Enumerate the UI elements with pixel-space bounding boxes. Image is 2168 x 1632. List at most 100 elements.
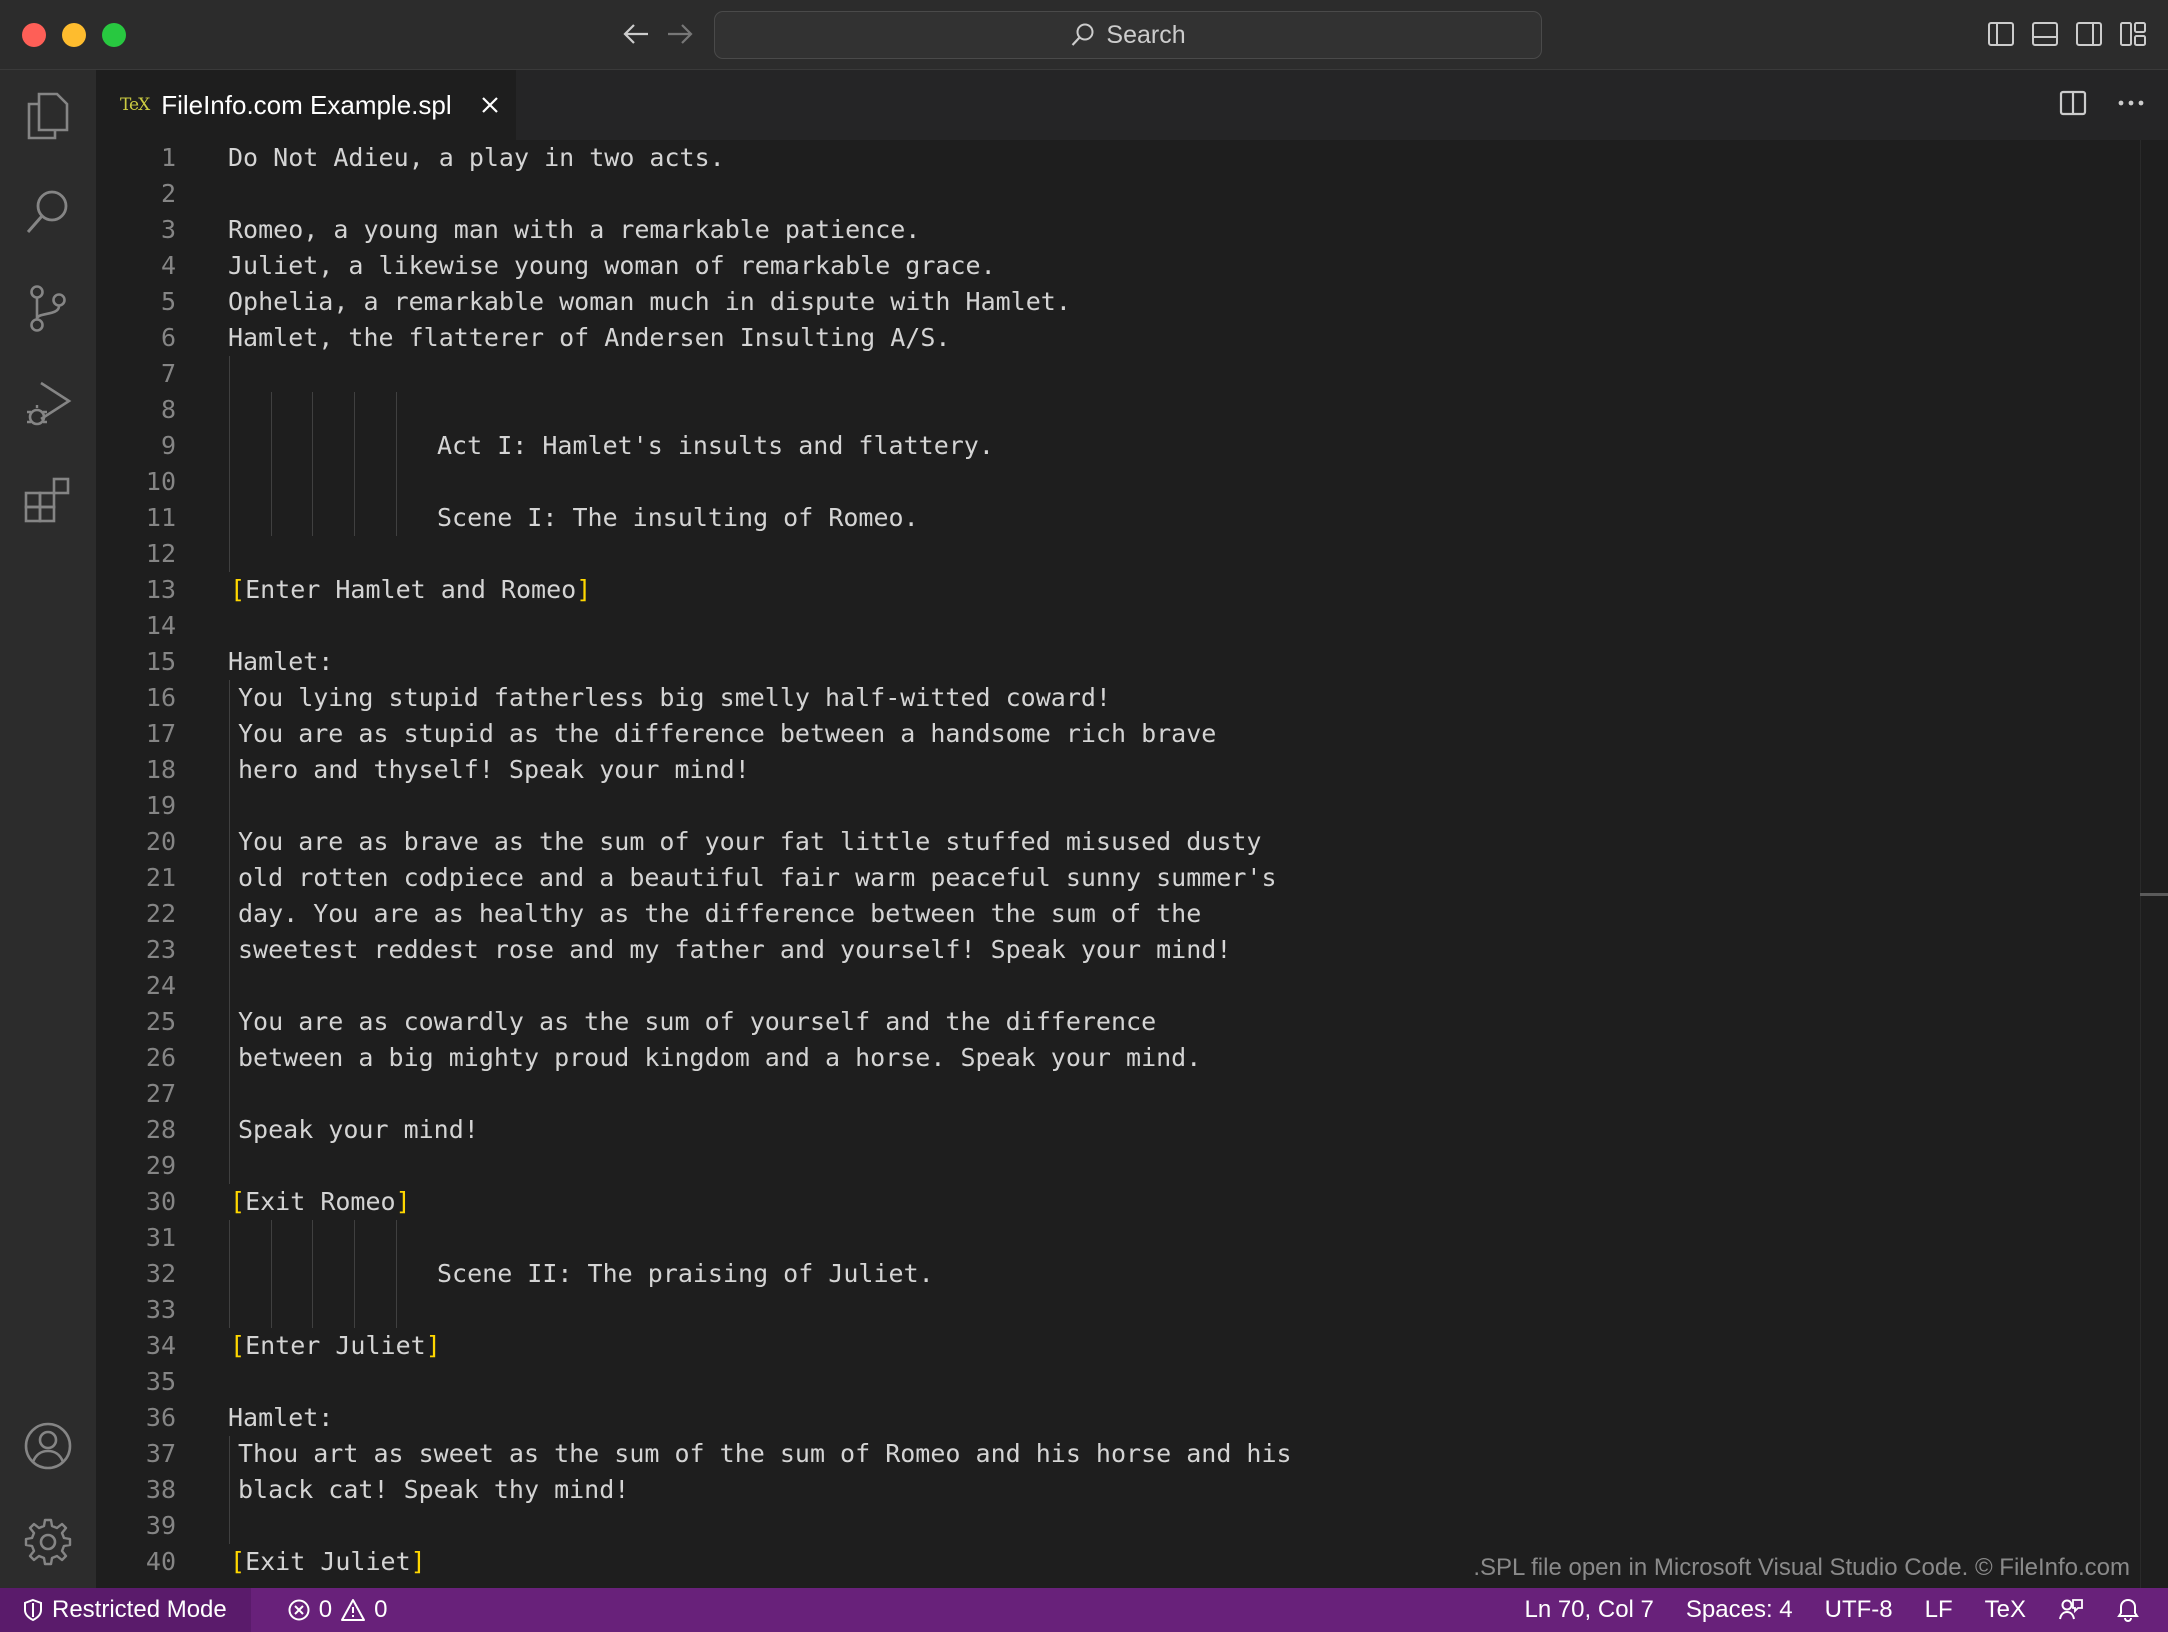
close-icon [481,97,498,113]
end-of-line[interactable]: LF [1925,1596,1953,1624]
tab-fileinfo-example[interactable]: TeX FileInfo.com Example.spl [96,70,516,140]
status-bar-right: Ln 70, Col 7 Spaces: 4 UTF-8 LF TeX [1524,1596,2168,1624]
close-window-button[interactable] [22,23,46,47]
search-icon [1072,23,1094,46]
manage-button[interactable] [22,1516,74,1568]
code-text: sweetest reddest rose and my father and … [238,935,1232,964]
restricted-mode-indicator[interactable]: Restricted Mode [0,1588,251,1632]
more-actions-button[interactable] [2116,88,2146,123]
code-line: 13 [Enter Hamlet and Romeo] [96,572,2136,608]
line-number: 32 [145,1259,176,1288]
problems-indicator[interactable]: 0 0 [287,1596,387,1624]
settings-gear-icon [24,1518,72,1566]
editor-tab-bar: TeX FileInfo.com Example.spl [96,70,2168,140]
code-text-content: Enter Hamlet and Romeo [245,575,577,604]
code-line: 22 day. You are as healthy as the differe… [96,896,2136,932]
source-control-button[interactable] [22,282,74,334]
bracket-close: ] [395,1187,411,1216]
explorer-button[interactable] [22,90,74,142]
code-line: 21 old rotten codpiece and a beautiful fa… [96,860,2136,896]
language-mode[interactable]: TeX [1985,1596,2026,1624]
go-back-button[interactable] [616,14,656,54]
indent-guide [270,1220,272,1256]
indent-guide [354,392,356,428]
encoding[interactable]: UTF-8 [1825,1596,1893,1624]
indent-guide [229,1076,230,1112]
toggle-secondary-sidebar-button[interactable] [2074,18,2104,50]
line-number: 19 [145,791,176,820]
feedback-button[interactable] [2058,1597,2084,1623]
indent-guide [270,392,272,428]
line-number: 8 [160,395,176,424]
minimize-window-button[interactable] [62,23,86,47]
code-text: Hamlet, the flatterer of Andersen Insult… [228,323,951,352]
zoom-window-button[interactable] [102,23,126,47]
command-center-search[interactable]: Search [714,11,1542,59]
code-line: 31 [96,1220,2136,1256]
accounts-button[interactable] [22,1420,74,1472]
indent-guide [312,1220,314,1256]
title-bar: Search [0,0,2168,70]
code-line: 36 Hamlet: [96,1400,2136,1436]
line-number: 5 [160,287,176,316]
code-line: 23 sweetest reddest rose and my father an… [96,932,2136,968]
indent-guide [229,1472,230,1508]
indentation[interactable]: Spaces: 4 [1686,1596,1793,1624]
line-number: 36 [145,1403,176,1432]
indent-guide [229,680,230,716]
toggle-panel-button[interactable] [2030,18,2060,50]
split-editor-button[interactable] [2058,88,2088,123]
code-text: between a big mighty proud kingdom and a… [238,1043,1202,1072]
arrow-left-icon [623,24,648,44]
code-line: 34 [Enter Juliet] [96,1328,2136,1364]
indent-guide [229,500,230,536]
sidebar-right-icon [2076,22,2102,46]
indent-guide [229,464,230,500]
toggle-primary-sidebar-button[interactable] [1986,18,2016,50]
code-editor[interactable]: 1 Do Not Adieu, a play in two acts. 2 3 Rome… [96,140,2168,1588]
code-text: Hamlet: [228,647,334,676]
bracket-open: [ [230,1331,246,1360]
indent-guide [270,428,272,464]
customize-layout-button[interactable] [2118,18,2148,50]
code-line: 1 Do Not Adieu, a play in two acts. [96,140,2136,176]
code-line: 37 Thou art as sweet as the sum of the su… [96,1436,2136,1472]
line-number: 27 [145,1079,176,1108]
code-text: Romeo, a young man with a remarkable pat… [228,215,921,244]
explorer-icon [27,92,69,140]
indent-guide [229,1292,230,1328]
indent-guide [229,1112,230,1148]
code-line: 4 Juliet, a likewise young woman of remar… [96,248,2136,284]
notifications-button[interactable] [2116,1597,2140,1623]
indent-guide [354,1256,356,1292]
error-icon [288,1599,310,1621]
indent-guide [229,896,230,932]
indent-guide [229,716,230,752]
arrow-right-icon [668,24,693,44]
code-line: 16 You lying stupid fatherless big smelly… [96,680,2136,716]
run-debug-icon [27,381,72,426]
code-text-content: Exit Romeo [245,1187,396,1216]
indent-guide [229,968,230,1004]
run-and-debug-button[interactable] [22,378,74,430]
indent-guide [229,1004,230,1040]
indent-guide [229,428,230,464]
code-text: day. You are as healthy as the differenc… [238,899,1202,928]
vertical-scrollbar[interactable] [2140,140,2168,1588]
code-line: 33 [96,1292,2136,1328]
line-number: 18 [145,755,176,784]
code-line: 29 [96,1148,2136,1184]
search-view-button[interactable] [22,186,74,238]
code-line: 12 [96,536,2136,572]
extensions-button[interactable] [22,474,74,526]
indent-guide [229,788,230,824]
indent-guide [395,392,397,428]
code-text: You are as cowardly as the sum of yourse… [238,1007,1157,1036]
cursor-position[interactable]: Ln 70, Col 7 [1524,1596,1653,1624]
close-tab-button[interactable] [476,91,504,119]
bracket-open: [ [230,575,246,604]
code-line: 6 Hamlet, the flatterer of Andersen Insul… [96,320,2136,356]
line-number: 15 [145,647,176,676]
go-forward-button[interactable] [660,14,700,54]
line-number: 7 [160,359,176,388]
